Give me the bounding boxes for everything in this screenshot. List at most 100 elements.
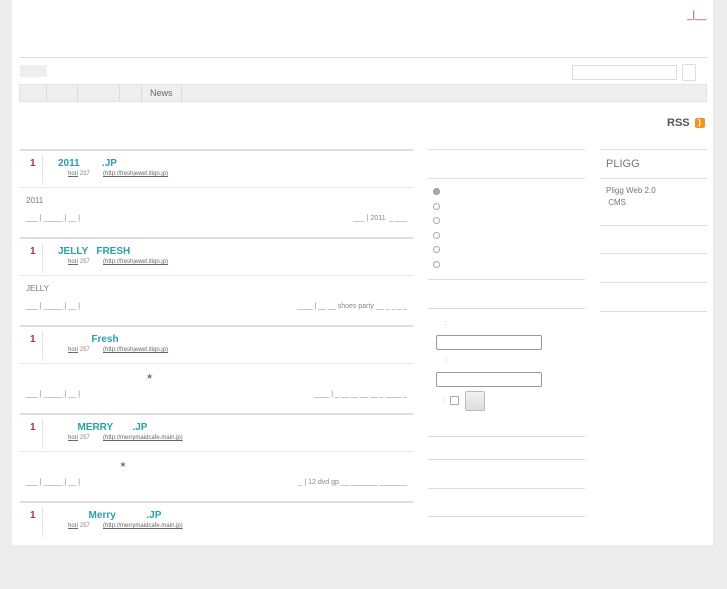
menu-item-news[interactable]: News (142, 85, 182, 101)
source-url[interactable]: (http://freshjewel.itigo.jp) (103, 171, 168, 177)
story-meta: hori 257 (http://freshjewel.itigo.jp) (68, 259, 168, 265)
radio-option[interactable] (433, 202, 440, 210)
top-links[interactable]: _|__ (687, 10, 706, 21)
divider (20, 413, 413, 415)
source-url[interactable]: (http://merrymaidcafe.main.jp) (103, 435, 183, 441)
story-meta: hori 257 (http://freshjewel.itigo.jp) (68, 347, 168, 353)
login-button[interactable] (465, 391, 485, 411)
rss-link[interactable]: RSS ) (667, 117, 705, 129)
story-meta: hori 237 (http://freshjewel.itigo.jp) (68, 171, 168, 177)
vote-count[interactable]: 1 (30, 422, 36, 433)
divider (42, 419, 43, 449)
menu-item-4[interactable] (120, 85, 142, 101)
story-tags[interactable]: ___ | 2011 _ ___ (353, 215, 407, 222)
divider (20, 149, 413, 151)
pligg-text-2: CMS (606, 198, 626, 207)
story-tags[interactable]: ____ | __ __ shoes party __ _ _ _ _ (297, 303, 407, 310)
story: 1 JELLY FRESH hori 257 (http://freshjewe… (20, 237, 413, 325)
divider (600, 311, 707, 312)
rss-icon: ) (694, 118, 705, 128)
divider (42, 155, 43, 185)
divider (600, 149, 707, 150)
divider (428, 178, 585, 179)
story: 1 MERRY .JP hori 257 (http://merrymaidca… (20, 413, 413, 501)
pligg-title: PLIGG (606, 158, 640, 170)
story-actions[interactable]: ___ | _____ | __ | (26, 479, 80, 486)
divider (20, 275, 413, 276)
story-description: ★ (26, 460, 127, 469)
divider (20, 237, 413, 239)
divider (600, 178, 707, 179)
username-label: : (445, 320, 447, 327)
user-link[interactable]: hori (68, 259, 78, 265)
divider (428, 279, 585, 280)
story-actions[interactable]: ___ | _____ | __ | (26, 391, 80, 398)
story-title[interactable]: Fresh (58, 334, 118, 345)
divider (428, 516, 585, 517)
divider (20, 325, 413, 327)
story-title[interactable]: Merry .JP (58, 510, 162, 521)
pligg-text: Pligg Web 2.0 (606, 186, 656, 195)
vote-count[interactable]: 1 (30, 246, 36, 257)
story-actions[interactable]: ___ | _____ | __ | (26, 303, 80, 310)
user-link[interactable]: hori (68, 523, 78, 529)
rss-label: RSS (667, 117, 690, 129)
username-input[interactable] (436, 335, 542, 350)
remember-checkbox[interactable] (450, 396, 459, 405)
story-description: ★ (26, 372, 154, 381)
story: 1 2011 .JP hori 237 (http://freshjewel.i… (20, 149, 413, 237)
story-description: 2011 (26, 196, 44, 205)
search-input[interactable] (572, 65, 677, 80)
radio-option[interactable] (433, 246, 440, 253)
divider (600, 282, 707, 283)
remember-label: : (443, 397, 445, 404)
radio-option[interactable] (433, 217, 440, 224)
radio-option[interactable] (433, 188, 440, 195)
menu-item-3[interactable] (78, 85, 120, 101)
divider (20, 363, 413, 364)
count: 257 (79, 259, 90, 265)
password-label: : (445, 357, 447, 364)
divider (42, 331, 43, 361)
source-url[interactable]: (http://freshjewel.itigo.jp) (103, 259, 168, 265)
story: 1 Fresh hori 257 (http://freshjewel.itig… (20, 325, 413, 413)
divider (42, 507, 43, 537)
divider (42, 243, 43, 273)
story-description: JELLY (26, 284, 49, 293)
vote-count[interactable]: 1 (30, 510, 36, 521)
story-title[interactable]: JELLY FRESH (58, 246, 130, 257)
story-title[interactable]: MERRY .JP (58, 422, 147, 433)
divider (428, 436, 585, 437)
divider (600, 253, 707, 254)
divider (428, 308, 585, 309)
story-tags[interactable]: _ | 12 dvd gp __ _______ _______ (299, 479, 407, 486)
radio-option[interactable] (433, 260, 440, 268)
story-title[interactable]: 2011 .JP (58, 158, 117, 169)
main-menu: News (19, 84, 707, 102)
source-url[interactable]: (http://freshjewel.itigo.jp) (103, 347, 168, 353)
source-url[interactable]: (http://merrymaidcafe.main.jp) (103, 523, 183, 529)
radio-option[interactable] (433, 231, 440, 239)
password-input[interactable] (436, 372, 542, 387)
divider (20, 501, 413, 503)
user-link[interactable]: hori (68, 347, 78, 353)
count: 257 (79, 435, 90, 441)
story-meta: hori 257 (http://merrymaidcafe.main.jp) (68, 435, 183, 441)
story-actions[interactable]: ___ | _____ | __ | (26, 215, 80, 222)
user-link[interactable]: hori (68, 171, 78, 177)
divider (428, 488, 585, 489)
menu-item-1[interactable] (20, 85, 47, 101)
divider (600, 225, 707, 226)
story-meta: hori 257 (http://merrymaidcafe.main.jp) (68, 523, 183, 529)
divider (20, 451, 413, 452)
search-button[interactable] (682, 64, 696, 81)
user-link[interactable]: hori (68, 435, 78, 441)
divider (428, 459, 585, 460)
menu-item-2[interactable] (47, 85, 78, 101)
divider (19, 57, 707, 58)
vote-count[interactable]: 1 (30, 158, 36, 169)
vote-count[interactable]: 1 (30, 334, 36, 345)
story-tags[interactable]: ____ | _ __ __ __ __ _ ____ _ (314, 391, 407, 398)
divider (20, 187, 413, 188)
home-button[interactable] (20, 65, 47, 77)
